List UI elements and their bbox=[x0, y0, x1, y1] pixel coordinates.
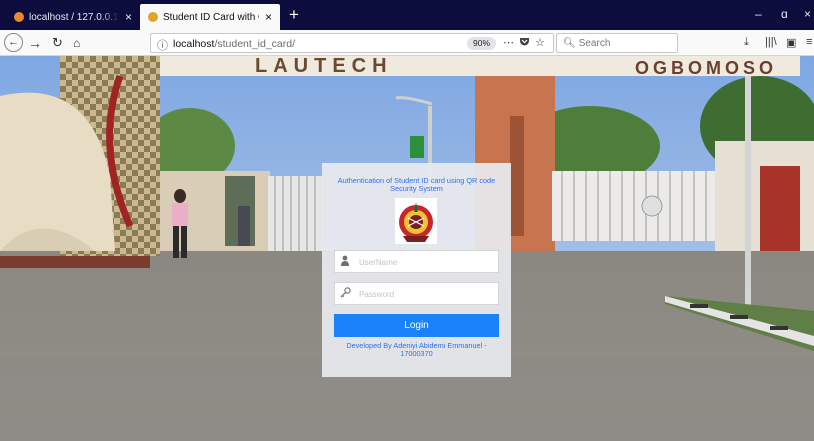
gate-sign-right: OGBOMOSO bbox=[635, 58, 777, 78]
minimize-icon[interactable]: – bbox=[755, 7, 762, 21]
user-icon bbox=[340, 255, 350, 269]
address-bar[interactable]: ⓘ localhost/student_id_card/ 90% ⋯ ☆ bbox=[150, 33, 554, 53]
browser-tab-bar: localhost / 127.0.0.1 / student_ × Stude… bbox=[0, 0, 814, 30]
tab-title: localhost / 127.0.0.1 / student_ bbox=[29, 11, 119, 23]
download-icon[interactable]: ⤓ bbox=[744, 36, 749, 49]
reload-icon[interactable]: ↻ bbox=[52, 34, 63, 52]
pocket-icon[interactable] bbox=[519, 36, 530, 50]
page-info-icon[interactable]: ⓘ bbox=[157, 37, 168, 53]
username-field[interactable] bbox=[334, 250, 499, 273]
search-input[interactable]: 🔍︎ Search bbox=[556, 33, 678, 53]
library-icon[interactable]: |||\ bbox=[765, 36, 777, 48]
username-input[interactable] bbox=[359, 254, 495, 270]
tab-close-icon[interactable]: × bbox=[265, 10, 272, 24]
browser-toolbar: ← → ↻ ⌂ ⓘ localhost/student_id_card/ 90%… bbox=[0, 30, 814, 56]
password-field[interactable] bbox=[334, 282, 499, 305]
new-tab-button[interactable]: + bbox=[284, 4, 304, 26]
close-window-icon[interactable]: × bbox=[804, 7, 811, 21]
phpmyadmin-favicon bbox=[14, 12, 24, 22]
page-actions-icon[interactable]: ⋯ bbox=[503, 36, 514, 49]
password-input[interactable] bbox=[359, 286, 495, 302]
tab-title: Student ID Card with Qrcode bbox=[163, 11, 259, 23]
zoom-indicator[interactable]: 90% bbox=[467, 37, 497, 50]
url-text: localhost/student_id_card/ bbox=[173, 38, 296, 50]
site-favicon bbox=[148, 12, 158, 22]
login-button[interactable]: Login bbox=[334, 314, 499, 337]
login-card: Authentication of Student ID card using … bbox=[322, 163, 511, 377]
restore-icon[interactable]: ɑ bbox=[781, 7, 788, 21]
home-icon[interactable]: ⌂ bbox=[73, 34, 80, 52]
bookmark-star-icon[interactable]: ☆ bbox=[535, 36, 545, 49]
menu-icon[interactable]: ≡ bbox=[806, 36, 812, 48]
university-crest-logo bbox=[395, 198, 437, 244]
gate-sign-left: LAUTECH bbox=[255, 56, 393, 77]
tab-student-id-card[interactable]: Student ID Card with Qrcode × bbox=[140, 4, 280, 30]
tab-phpmyadmin[interactable]: localhost / 127.0.0.1 / student_ × bbox=[6, 4, 140, 30]
forward-icon[interactable]: → bbox=[28, 34, 42, 52]
tab-close-icon[interactable]: × bbox=[125, 10, 132, 24]
login-page: LAUTECH OGBOMOSO Authentication of Stude… bbox=[0, 56, 814, 441]
login-title: Authentication of Student ID card using … bbox=[337, 176, 496, 193]
sidebar-icon[interactable]: ▣ bbox=[786, 36, 796, 49]
search-icon: 🔍︎ bbox=[563, 38, 576, 49]
developer-credit: Developed By Adeniyi Abidemi Emmanuel - … bbox=[346, 341, 487, 358]
back-icon[interactable]: ← bbox=[4, 33, 23, 52]
key-icon bbox=[340, 287, 351, 301]
